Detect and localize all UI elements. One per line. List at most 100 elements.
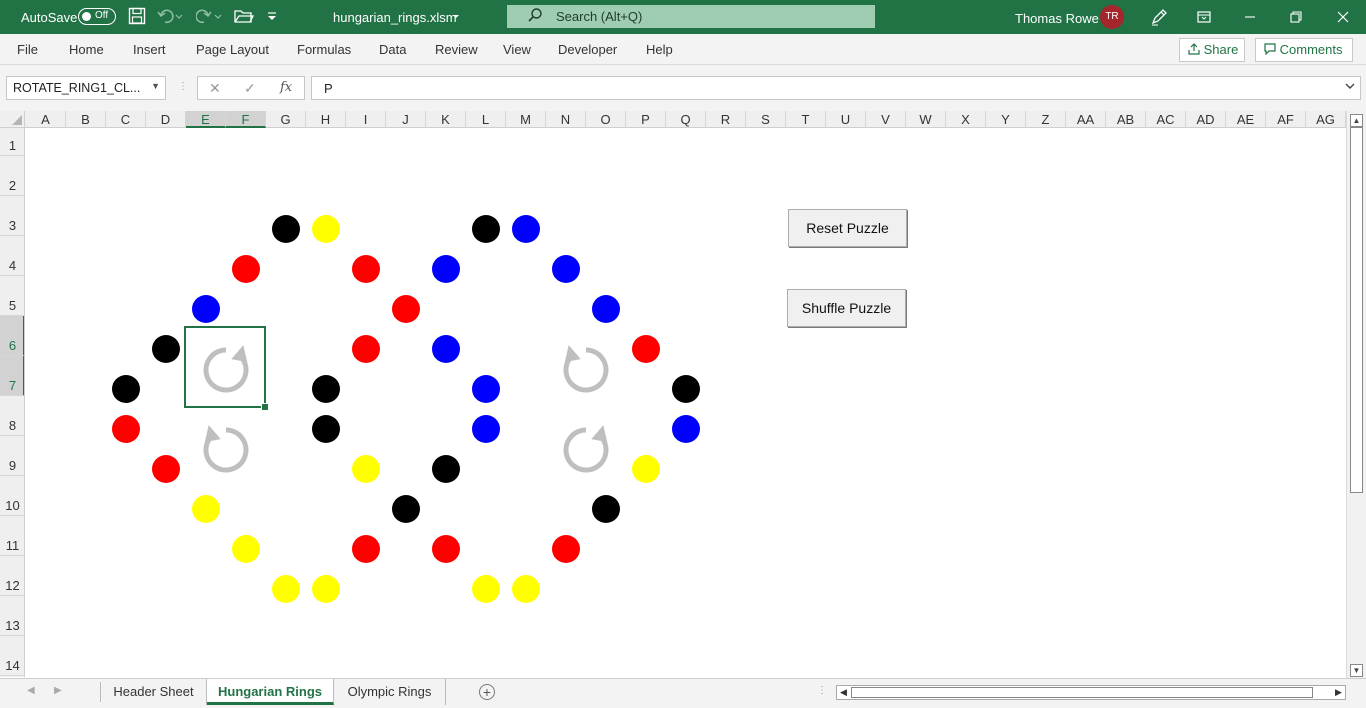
add-sheet-icon[interactable]: + — [479, 684, 495, 700]
search-box[interactable]: Search (Alt+Q) — [507, 5, 875, 28]
autosave-toggle[interactable]: Off — [78, 8, 116, 25]
undo-icon[interactable] — [157, 8, 183, 27]
name-box[interactable]: ROTATE_RING1_CL... ▼ — [6, 76, 166, 100]
row-header-7[interactable]: 7 — [0, 356, 24, 396]
scroll-left-icon[interactable]: ◀ — [837, 686, 850, 699]
reset-puzzle-button[interactable]: Reset Puzzle — [788, 209, 907, 247]
pen-icon[interactable] — [1149, 7, 1169, 30]
file-name[interactable]: hungarian_rings.xlsm — [333, 10, 457, 25]
row-header-12[interactable]: 12 — [0, 556, 24, 596]
column-header-b[interactable]: B — [66, 111, 106, 128]
expand-formula-icon[interactable] — [1345, 81, 1355, 94]
sheet-tab-hungarian-rings[interactable]: Hungarian Rings — [207, 679, 334, 705]
column-header-r[interactable]: R — [706, 111, 746, 128]
drag-handle-icon[interactable]: ⋮ — [178, 81, 188, 92]
row-header-8[interactable]: 8 — [0, 396, 24, 436]
tab-review[interactable]: Review — [435, 42, 478, 57]
avatar[interactable]: TR — [1100, 5, 1124, 29]
column-header-k[interactable]: K — [426, 111, 466, 128]
column-header-g[interactable]: G — [266, 111, 306, 128]
tab-view[interactable]: View — [503, 42, 531, 57]
column-header-y[interactable]: Y — [986, 111, 1026, 128]
tab-data[interactable]: Data — [379, 42, 406, 57]
formula-input[interactable]: P — [311, 76, 1361, 100]
column-header-ag[interactable]: AG — [1306, 111, 1346, 128]
enter-icon[interactable]: ✓ — [244, 80, 256, 97]
tab-file[interactable]: File — [17, 42, 38, 57]
next-sheet-icon[interactable]: ▶ — [54, 685, 62, 696]
cancel-icon[interactable]: ✕ — [209, 80, 221, 97]
row-header-1[interactable]: 1 — [0, 128, 24, 156]
column-header-e[interactable]: E — [186, 111, 226, 128]
user-name[interactable]: Thomas Rowe — [1015, 11, 1099, 26]
column-header-a[interactable]: A — [26, 111, 66, 128]
column-header-d[interactable]: D — [146, 111, 186, 128]
customize-qat-icon[interactable] — [266, 8, 278, 27]
horizontal-scrollbar[interactable]: ◀ ▶ — [836, 685, 1346, 700]
column-header-z[interactable]: Z — [1026, 111, 1066, 128]
row-header-4[interactable]: 4 — [0, 236, 24, 276]
column-header-f[interactable]: F — [226, 111, 266, 128]
row-header-3[interactable]: 3 — [0, 196, 24, 236]
column-header-o[interactable]: O — [586, 111, 626, 128]
row-header-9[interactable]: 9 — [0, 436, 24, 476]
redo-icon[interactable] — [195, 8, 222, 27]
sheet-tab-header-sheet[interactable]: Header Sheet — [101, 679, 207, 705]
ribbon-display-icon[interactable] — [1181, 0, 1227, 34]
column-header-af[interactable]: AF — [1266, 111, 1306, 128]
tab-developer[interactable]: Developer — [558, 42, 617, 57]
prev-sheet-icon[interactable]: ◀ — [27, 685, 35, 696]
comments-button[interactable]: Comments — [1255, 38, 1353, 62]
share-button[interactable]: Share — [1179, 38, 1245, 62]
close-icon[interactable] — [1320, 0, 1366, 34]
tab-insert[interactable]: Insert — [133, 42, 166, 57]
row-header-13[interactable]: 13 — [0, 596, 24, 636]
row-header-14[interactable]: 14 — [0, 636, 24, 676]
sheet-tab-olympic-rings[interactable]: Olympic Rings — [334, 679, 446, 705]
splitter-handle-icon[interactable]: ⋮ — [817, 685, 827, 696]
column-header-j[interactable]: J — [386, 111, 426, 128]
rotate-ring2-counterclockwise-icon[interactable] — [563, 425, 609, 473]
column-header-w[interactable]: W — [906, 111, 946, 128]
scroll-right-icon[interactable]: ▶ — [1332, 686, 1345, 699]
horizontal-scroll-thumb[interactable] — [851, 687, 1313, 698]
chevron-down-icon[interactable] — [451, 9, 461, 26]
tab-help[interactable]: Help — [646, 42, 673, 57]
column-header-m[interactable]: M — [506, 111, 546, 128]
column-header-h[interactable]: H — [306, 111, 346, 128]
insert-function-icon[interactable]: fx — [280, 80, 292, 95]
column-header-v[interactable]: V — [866, 111, 906, 128]
column-header-t[interactable]: T — [786, 111, 826, 128]
column-header-q[interactable]: Q — [666, 111, 706, 128]
column-header-aa[interactable]: AA — [1066, 111, 1106, 128]
column-header-s[interactable]: S — [746, 111, 786, 128]
row-header-5[interactable]: 5 — [0, 276, 24, 316]
column-header-ad[interactable]: AD — [1186, 111, 1226, 128]
row-header-11[interactable]: 11 — [0, 516, 24, 556]
vertical-scrollbar[interactable]: ▲ ▼ — [1346, 111, 1366, 678]
column-header-x[interactable]: X — [946, 111, 986, 128]
open-folder-icon[interactable] — [234, 8, 255, 27]
chevron-down-icon[interactable]: ▼ — [151, 81, 160, 91]
minimize-icon[interactable] — [1227, 0, 1273, 34]
row-header-10[interactable]: 10 — [0, 476, 24, 516]
column-header-p[interactable]: P — [626, 111, 666, 128]
column-header-i[interactable]: I — [346, 111, 386, 128]
scroll-up-icon[interactable]: ▲ — [1350, 114, 1363, 127]
rotate-ring2-clockwise-icon[interactable] — [563, 345, 609, 393]
column-header-u[interactable]: U — [826, 111, 866, 128]
tab-formulas[interactable]: Formulas — [297, 42, 351, 57]
tab-page-layout[interactable]: Page Layout — [196, 42, 269, 57]
row-header-6[interactable]: 6 — [0, 316, 24, 356]
column-header-c[interactable]: C — [106, 111, 146, 128]
tab-home[interactable]: Home — [69, 42, 104, 57]
vertical-scroll-thumb[interactable] — [1350, 127, 1363, 493]
column-header-n[interactable]: N — [546, 111, 586, 128]
scroll-down-icon[interactable]: ▼ — [1350, 664, 1363, 677]
column-header-ae[interactable]: AE — [1226, 111, 1266, 128]
column-header-ab[interactable]: AB — [1106, 111, 1146, 128]
restore-icon[interactable] — [1273, 0, 1319, 34]
shuffle-puzzle-button[interactable]: Shuffle Puzzle — [787, 289, 906, 327]
rotate-ring1-counterclockwise-icon[interactable] — [203, 425, 249, 473]
save-icon[interactable] — [128, 7, 146, 28]
